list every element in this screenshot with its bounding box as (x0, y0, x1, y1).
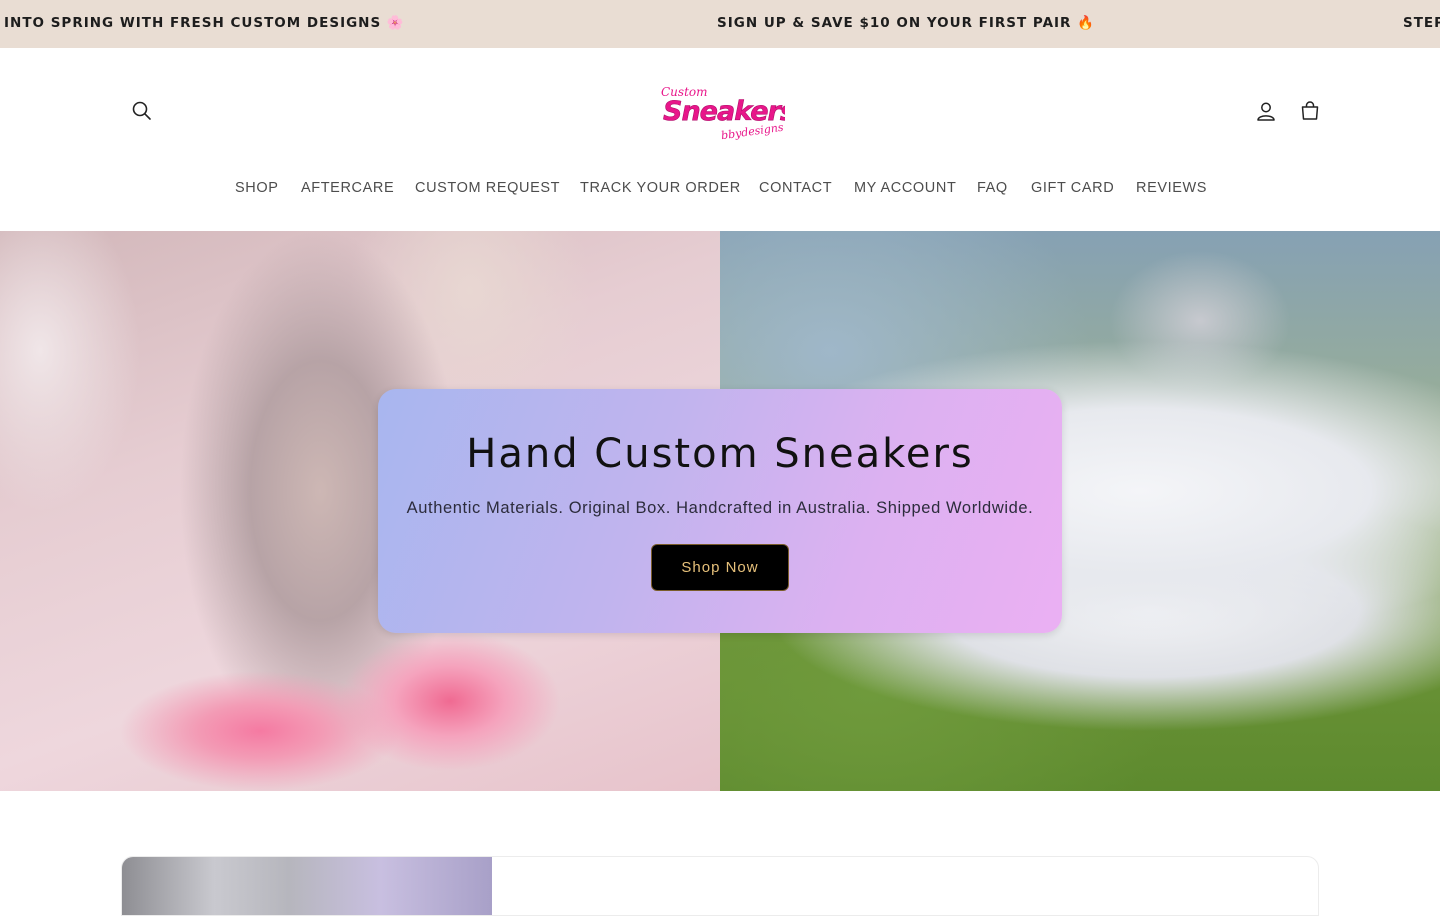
nav-item-aftercare[interactable]: AFTERCARE (301, 180, 394, 196)
nav-item-shop[interactable]: SHOP (235, 180, 279, 196)
nav-item-my-account[interactable]: MY ACCOUNT (854, 180, 956, 196)
hero-text-card: Hand Custom Sneakers Authentic Materials… (378, 389, 1062, 633)
search-button[interactable] (127, 96, 157, 126)
nav-item-faq[interactable]: FAQ (977, 180, 1008, 196)
nav-item-contact[interactable]: CONTACT (759, 180, 832, 196)
announcement-message: INTO SPRING WITH FRESH CUSTOM DESIGNS 🌸 (4, 15, 405, 31)
account-button[interactable] (1251, 96, 1281, 126)
announcement-bar: INTO SPRING WITH FRESH CUSTOM DESIGNS 🌸 … (0, 0, 1440, 48)
cart-icon (1301, 101, 1319, 120)
featured-collection-card (121, 856, 1319, 916)
hero-subtitle: Authentic Materials. Original Box. Handc… (406, 499, 1034, 517)
account-icon (1257, 102, 1275, 121)
featured-collection-image[interactable] (122, 857, 492, 915)
announcement-message: SIGN UP & SAVE $10 ON YOUR FIRST PAIR 🔥 (717, 15, 1095, 31)
nav-item-gift-card[interactable]: GIFT CARD (1031, 180, 1114, 196)
logo-graphic: Custom Sneakers bbydesigns (661, 85, 797, 142)
site-logo[interactable]: Custom Sneakers bbydesigns (655, 78, 797, 148)
cart-button[interactable] (1295, 96, 1325, 126)
hero-title: Hand Custom Sneakers (466, 431, 974, 477)
shop-now-button[interactable]: Shop Now (651, 544, 789, 591)
nav-item-reviews[interactable]: REVIEWS (1136, 180, 1207, 196)
nav-item-track-your-order[interactable]: TRACK YOUR ORDER (580, 180, 741, 196)
site-header: Custom Sneakers bbydesigns SHOP AFTERCAR… (0, 48, 1440, 231)
search-icon (132, 101, 151, 120)
announcement-message: STEP (1403, 15, 1440, 31)
nav-item-custom-request[interactable]: CUSTOM REQUEST (415, 180, 560, 196)
hero-banner: Hand Custom Sneakers Authentic Materials… (0, 231, 1440, 791)
main-navigation: SHOP AFTERCARE CUSTOM REQUEST TRACK YOUR… (0, 180, 1440, 200)
